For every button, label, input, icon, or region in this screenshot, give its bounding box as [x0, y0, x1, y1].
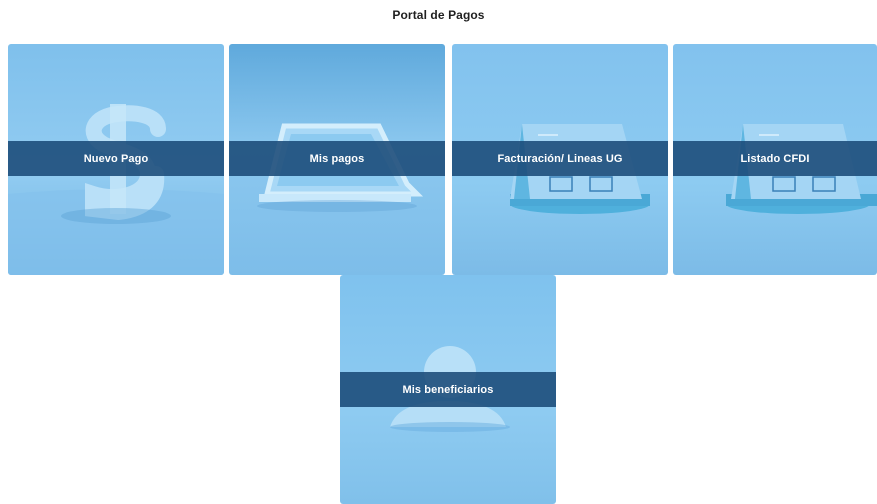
- tile-facturacion-lineas-ug[interactable]: Facturación/ Lineas UG: [452, 44, 668, 275]
- tile-label: Nuevo Pago: [83, 152, 149, 165]
- tile-label: Mis beneficiarios: [402, 383, 494, 396]
- tile-label-band: Facturación/ Lineas UG: [452, 141, 668, 176]
- tile-mis-pagos[interactable]: Mis pagos: [229, 44, 445, 275]
- tile-label: Listado CFDI: [740, 152, 810, 165]
- tile-label: Facturación/ Lineas UG: [497, 152, 623, 165]
- page-title: Portal de Pagos: [392, 8, 485, 22]
- tile-label: Mis pagos: [309, 152, 365, 165]
- tile-nuevo-pago[interactable]: Nuevo Pago: [8, 44, 224, 275]
- tile-label-band: Listado CFDI: [673, 141, 877, 176]
- tile-label-band: Nuevo Pago: [8, 141, 224, 176]
- tile-listado-cfdi[interactable]: Listado CFDI: [673, 44, 877, 275]
- tile-mis-beneficiarios[interactable]: Mis beneficiarios: [340, 275, 556, 504]
- tile-label-band: Mis pagos: [229, 141, 445, 176]
- portal-page: Portal de Pagos Nuevo Pago Mis pagos Fac…: [0, 0, 877, 504]
- tile-label-band: Mis beneficiarios: [340, 372, 556, 407]
